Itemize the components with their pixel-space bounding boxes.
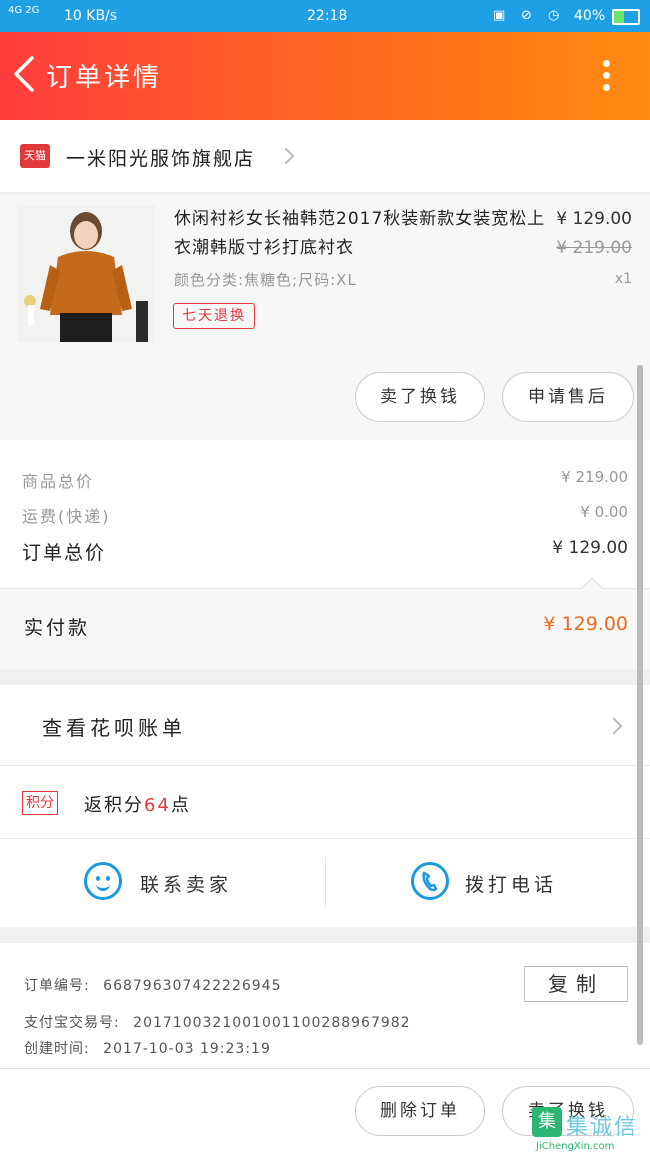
order-total-label: 订单总价	[22, 542, 107, 564]
caret-fill	[581, 579, 603, 590]
created-row: 创建时间: 2017-10-03 19:23:19	[24, 1038, 271, 1058]
product-spec: 颜色分类:焦糖色;尺码:XL	[174, 271, 357, 289]
goods-total-value: ¥ 219.00	[561, 468, 628, 486]
contact-row: 联系卖家 拨打电话	[0, 839, 650, 927]
order-info: 订单编号: 668796307422226945 复制 支付宝交易号: 2017…	[0, 943, 650, 1068]
order-number: 668796307422226945	[103, 978, 282, 994]
resell-button[interactable]: 卖了换钱	[355, 372, 485, 422]
contact-seller-label: 联系卖家	[140, 874, 233, 896]
vibrate-icon: ▣	[493, 8, 506, 23]
points-suffix: 点	[170, 795, 191, 816]
order-number-row: 订单编号: 668796307422226945	[24, 975, 282, 995]
product-title[interactable]: 休闲衬衫女长袖韩范2017秋装新款女装宽松上衣潮韩版寸衫打底衬衣	[174, 205, 554, 263]
product-card[interactable]: 休闲衬衫女长袖韩范2017秋装新款女装宽松上衣潮韩版寸衫打底衬衣 ¥ 129.0…	[0, 195, 650, 440]
order-number-label: 订单编号:	[24, 978, 90, 994]
store-name: 一米阳光服饰旗舰店	[66, 148, 256, 170]
product-price: ¥ 129.00	[556, 209, 632, 229]
phone-icon	[411, 862, 449, 900]
chevron-right-icon	[277, 147, 295, 165]
watermark-brand: 集诚信	[566, 1115, 639, 1140]
points-count: 64	[144, 795, 171, 816]
seven-day-return-tag: 七天退换	[173, 303, 255, 329]
product-quantity: x1	[614, 271, 632, 287]
clock: 22:18	[307, 8, 348, 24]
original-price: ¥ 219.00	[556, 238, 632, 258]
product-image	[18, 205, 155, 342]
created-label: 创建时间:	[24, 1041, 90, 1057]
network-indicator: 4G 2G	[8, 5, 40, 16]
price-summary: 商品总价 ¥ 219.00 运费(快递) ¥ 0.00 订单总价 ¥ 129.0…	[0, 440, 650, 588]
points-row: 积分 返积分64点	[0, 766, 650, 839]
tmall-badge: 天猫	[20, 144, 50, 168]
paid-value: ¥ 129.00	[543, 613, 628, 635]
huabei-bill-label: 查看花呗账单	[42, 716, 186, 740]
store-row[interactable]: 天猫 一米阳光服饰旗舰店	[0, 120, 650, 192]
shipping-value: ¥ 0.00	[580, 503, 628, 521]
request-after-sale-button[interactable]: 申请售后	[502, 372, 634, 422]
battery-percent: 40%	[574, 8, 606, 24]
paid-row: 实付款 ¥ 129.00	[0, 577, 650, 669]
product-thumbnail[interactable]	[18, 205, 155, 342]
network-speed: 10 KB/s	[64, 8, 118, 24]
back-arrow-icon[interactable]	[10, 54, 40, 94]
divider	[325, 857, 326, 907]
scrollbar[interactable]	[637, 365, 643, 1045]
order-total-value: ¥ 129.00	[552, 538, 628, 558]
points-text: 返积分64点	[84, 791, 191, 817]
points-badge: 积分	[22, 791, 58, 815]
chat-face-icon	[84, 862, 122, 900]
alarm-icon: ◷	[548, 8, 560, 23]
page-title: 订单详情	[46, 63, 163, 93]
alipay-row: 支付宝交易号: 2017100321001001100288967982	[24, 1012, 411, 1032]
paid-label: 实付款	[24, 617, 91, 639]
points-prefix: 返积分	[84, 795, 144, 816]
created-time: 2017-10-03 19:23:19	[103, 1041, 271, 1057]
status-bar: 4G 2G 10 KB/s 22:18 ▣ ⊘ ◷ 40%	[0, 0, 650, 32]
app-header: 订单详情	[0, 32, 650, 120]
watermark-text: JiChengXin.com	[536, 1141, 615, 1152]
delete-order-button[interactable]: 删除订单	[355, 1086, 485, 1136]
huabei-bill-row[interactable]: 查看花呗账单	[0, 685, 650, 766]
alipay-label: 支付宝交易号:	[24, 1015, 120, 1031]
battery-icon	[612, 9, 640, 25]
call-phone-label: 拨打电话	[465, 874, 558, 896]
watermark: 集 集诚信 JiChengXin.com	[532, 1105, 650, 1155]
watermark-logo: 集	[532, 1107, 562, 1137]
shipping-label: 运费(快递)	[22, 507, 111, 526]
rotation-lock-icon: ⊘	[521, 8, 532, 23]
goods-total-label: 商品总价	[22, 472, 95, 491]
more-menu-icon[interactable]	[598, 56, 614, 96]
chevron-right-icon	[605, 717, 623, 735]
copy-button[interactable]: 复制	[524, 966, 628, 1002]
alipay-number: 2017100321001001100288967982	[133, 1015, 411, 1031]
